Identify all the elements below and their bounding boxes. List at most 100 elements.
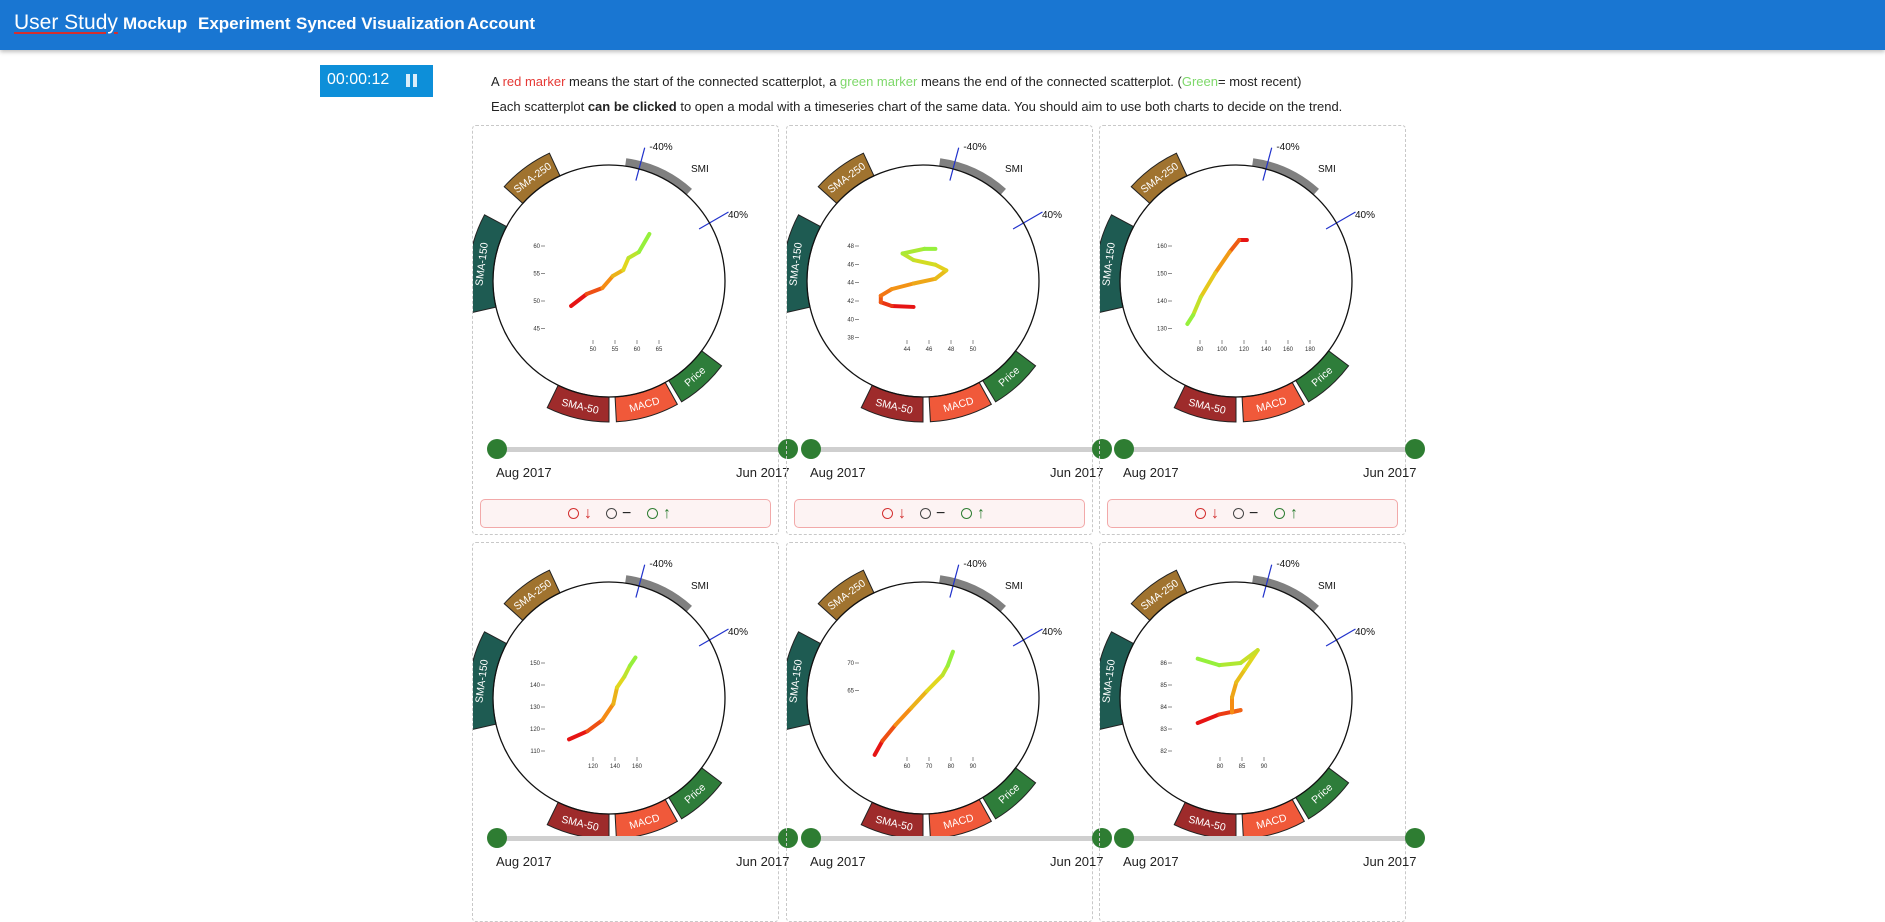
smi-neg-label: -40%: [649, 559, 672, 570]
pause-icon[interactable]: [406, 74, 417, 87]
trajectory-segment: [945, 649, 955, 668]
trend-down-radio[interactable]: [882, 508, 893, 519]
x-tick-label: 50: [970, 347, 977, 353]
trajectory-segment: [567, 729, 590, 742]
chart-circle: [1119, 581, 1353, 815]
nav-experiment[interactable]: Experiment: [198, 14, 291, 34]
trajectory-segment: [627, 655, 638, 668]
trend-up-radio[interactable]: [961, 508, 972, 519]
instruction-line-1: A red marker means the start of the conn…: [491, 74, 1301, 89]
trajectory-segment: [1227, 238, 1242, 254]
slider-track[interactable]: [497, 447, 785, 452]
scatterplot-card: -40% SMI 40% SMA-250 SMA-150 SMA-50 MACD Price 8…: [1099, 542, 1425, 922]
slider-start-knob[interactable]: [487, 439, 507, 459]
x-tick-label: 50: [590, 347, 597, 353]
slider-end-date: Jun 2017: [736, 854, 790, 869]
radial-scatterplot[interactable]: -40%SMI40%SMA-250SMA-150SMA-50 MACDPrice4…: [787, 126, 1094, 426]
trajectory-segment: [1195, 712, 1222, 725]
smi-label: SMI: [691, 581, 709, 592]
radial-scatterplot[interactable]: -40%SMI40%SMA-250SMA-150SMA-50 MACDPrice1…: [1100, 126, 1407, 426]
trend-flat-radio[interactable]: [606, 508, 617, 519]
trend-vote-group: ↓ − ↑: [1107, 499, 1398, 528]
trajectory-segment: [889, 281, 916, 292]
nav-account[interactable]: Account: [467, 14, 535, 34]
slider-track[interactable]: [811, 836, 1099, 841]
nav-mockup[interactable]: Mockup: [123, 14, 187, 34]
trajectory-segment: [889, 304, 916, 309]
smi-pos-label: 40%: [1355, 627, 1375, 638]
y-tick-label: 85: [1160, 683, 1167, 689]
x-tick-label: 160: [1283, 347, 1294, 353]
trend-up-radio[interactable]: [647, 508, 658, 519]
y-tick-label: 150: [530, 661, 541, 667]
dash-icon: −: [1249, 505, 1259, 522]
radial-scatterplot[interactable]: -40%SMI40%SMA-250SMA-150SMA-50 MACDPrice1…: [473, 543, 780, 843]
date-range-slider[interactable]: [1100, 438, 1425, 459]
slider-track[interactable]: [497, 836, 785, 841]
trajectory-segment: [1234, 667, 1247, 685]
nav-brand[interactable]: User Study: [14, 11, 118, 35]
x-tick-label: 90: [970, 764, 977, 770]
slider-start-knob[interactable]: [801, 439, 821, 459]
slider-start-knob[interactable]: [1114, 828, 1134, 848]
instr-text: means the start of the connected scatter…: [565, 74, 841, 89]
trend-down-radio[interactable]: [1195, 508, 1206, 519]
slider-end-date: Jun 2017: [1050, 854, 1104, 869]
y-tick-label: 48: [847, 244, 854, 250]
x-tick-label: 120: [1239, 347, 1250, 353]
y-tick-label: 140: [530, 683, 541, 689]
nav-synced-visualization[interactable]: Synced Visualization: [296, 14, 465, 34]
slider-start-knob[interactable]: [1114, 439, 1134, 459]
y-tick-label: 130: [1157, 327, 1168, 333]
x-tick-label: 85: [1239, 764, 1246, 770]
slider-start-knob[interactable]: [801, 828, 821, 848]
instr-text: Each scatterplot: [491, 99, 588, 114]
y-tick-label: 130: [530, 705, 541, 711]
x-tick-label: 160: [632, 764, 643, 770]
radial-scatterplot[interactable]: -40%SMI40%SMA-250SMA-150SMA-50 MACDPrice6…: [473, 126, 780, 426]
radial-scatterplot[interactable]: -40%SMI40%SMA-250SMA-150SMA-50 MACDPrice7…: [787, 543, 1094, 843]
trajectory-segment: [611, 685, 619, 706]
y-tick-label: 60: [533, 244, 540, 250]
y-tick-label: 55: [533, 272, 540, 278]
slider-end-knob[interactable]: [1405, 828, 1425, 848]
chart-circle: [1119, 164, 1353, 398]
y-tick-label: 86: [1160, 661, 1167, 667]
y-tick-label: 46: [847, 262, 854, 268]
date-range-slider[interactable]: [473, 438, 798, 459]
y-tick-label: 83: [1160, 727, 1167, 733]
slider-start-knob[interactable]: [487, 828, 507, 848]
scatterplot-card: -40% SMI 40% SMA-250 SMA-150 SMA-50 MACD Price 1…: [472, 542, 798, 922]
y-tick-label: 70: [847, 661, 854, 667]
slider-track[interactable]: [1124, 447, 1412, 452]
scatterplot-card: -40% SMI 40% SMA-250 SMA-150 SMA-50 MACD Price 4…: [786, 125, 1112, 535]
trend-up-radio[interactable]: [1274, 508, 1285, 519]
trend-flat-radio[interactable]: [920, 508, 931, 519]
smi-neg-label: -40%: [1276, 142, 1299, 153]
slider-track[interactable]: [811, 447, 1099, 452]
smi-label: SMI: [1005, 581, 1023, 592]
smi-pos-label: 40%: [1042, 210, 1062, 221]
trend-flat-radio[interactable]: [1233, 508, 1244, 519]
slider-track[interactable]: [1124, 836, 1412, 841]
radial-scatterplot[interactable]: -40%SMI40%SMA-250SMA-150SMA-50 MACDPrice8…: [1100, 543, 1407, 843]
x-tick-label: 140: [1261, 347, 1272, 353]
trajectory-segment: [893, 706, 914, 727]
x-tick-label: 60: [904, 764, 911, 770]
slider-end-knob[interactable]: [1405, 439, 1425, 459]
up-arrow-icon: ↑: [663, 505, 671, 522]
trajectory-segment: [1198, 271, 1218, 299]
down-arrow-icon: ↓: [1211, 505, 1219, 522]
smi-label: SMI: [1005, 164, 1023, 175]
timer-value: 00:00:12: [327, 71, 390, 88]
y-tick-label: 38: [847, 336, 854, 342]
date-range-slider[interactable]: [787, 438, 1112, 459]
date-range-slider[interactable]: [473, 827, 798, 848]
date-range-slider[interactable]: [787, 827, 1112, 848]
date-range-slider[interactable]: [1100, 827, 1425, 848]
trajectory-segment: [911, 258, 938, 267]
trend-down-radio[interactable]: [568, 508, 579, 519]
trajectory-segment: [584, 286, 605, 296]
x-tick-label: 100: [1217, 347, 1228, 353]
x-tick-label: 70: [926, 764, 933, 770]
